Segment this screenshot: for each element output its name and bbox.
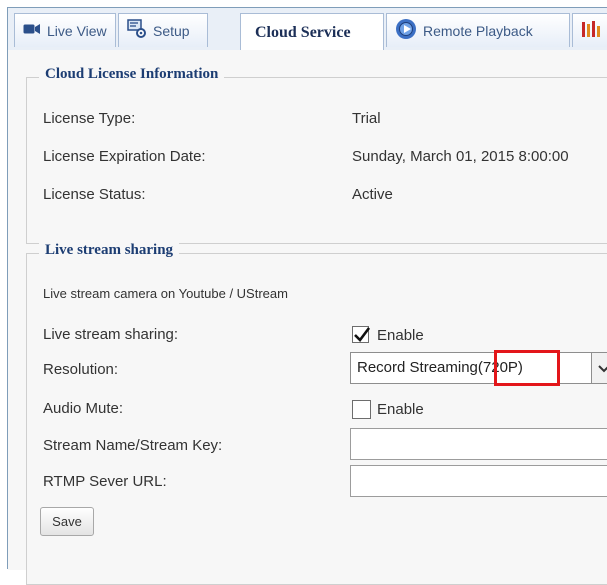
- chevron-down-icon: [598, 365, 607, 373]
- audio-mute-enable-label: Enable: [377, 401, 424, 418]
- checkmark-icon: [354, 327, 371, 342]
- live-stream-title: Live stream sharing: [39, 242, 180, 259]
- rtmp-url-input[interactable]: [350, 465, 607, 497]
- tab-more[interactable]: [572, 13, 607, 47]
- resolution-select[interactable]: Record Streaming(720P): [350, 352, 607, 384]
- audio-mute-checkbox[interactable]: [352, 400, 371, 419]
- rtmp-url-label: RTMP Sever URL:: [43, 473, 167, 490]
- setup-icon: [127, 19, 147, 42]
- resolution-dropdown-button[interactable]: [591, 353, 607, 383]
- live-view-icon: [23, 22, 41, 39]
- bars-icon: [581, 20, 601, 41]
- cloud-license-title: Cloud License Information: [39, 66, 225, 83]
- save-button-label: Save: [52, 514, 82, 529]
- tab-strip: Live View Setup Cloud Service Remote Pla…: [8, 8, 607, 51]
- tab-live-view[interactable]: Live View: [14, 13, 116, 47]
- license-expiration-label: License Expiration Date:: [43, 148, 206, 165]
- sharing-enable-label: Enable: [377, 327, 424, 344]
- stream-name-input[interactable]: [350, 428, 607, 460]
- license-status-label: License Status:: [43, 186, 146, 203]
- cloud-license-group: Cloud License Information License Type: …: [26, 66, 607, 244]
- content-panel: Cloud License Information License Type: …: [8, 50, 607, 585]
- license-status-value: Active: [352, 186, 393, 203]
- sharing-label: Live stream sharing:: [43, 326, 179, 343]
- live-stream-description: Live stream camera on Youtube / UStream: [43, 286, 288, 301]
- license-type-value: Trial: [352, 110, 381, 127]
- stream-name-label: Stream Name/Stream Key:: [43, 437, 223, 454]
- audio-mute-label: Audio Mute:: [43, 400, 124, 417]
- license-type-label: License Type:: [43, 110, 136, 127]
- tab-remote-playback[interactable]: Remote Playback: [386, 13, 570, 47]
- license-expiration-value: Sunday, March 01, 2015 8:00:00: [352, 148, 569, 165]
- tab-cloud-service[interactable]: Cloud Service: [240, 13, 384, 51]
- resolution-highlight-box: [494, 350, 560, 386]
- live-stream-group: Live stream sharing Live stream camera o…: [26, 242, 607, 585]
- sharing-enable-checkbox[interactable]: [352, 326, 371, 343]
- save-button[interactable]: Save: [40, 507, 94, 536]
- tab-setup[interactable]: Setup: [118, 13, 208, 47]
- remote-playback-icon: [395, 18, 417, 43]
- resolution-label: Resolution:: [43, 361, 119, 378]
